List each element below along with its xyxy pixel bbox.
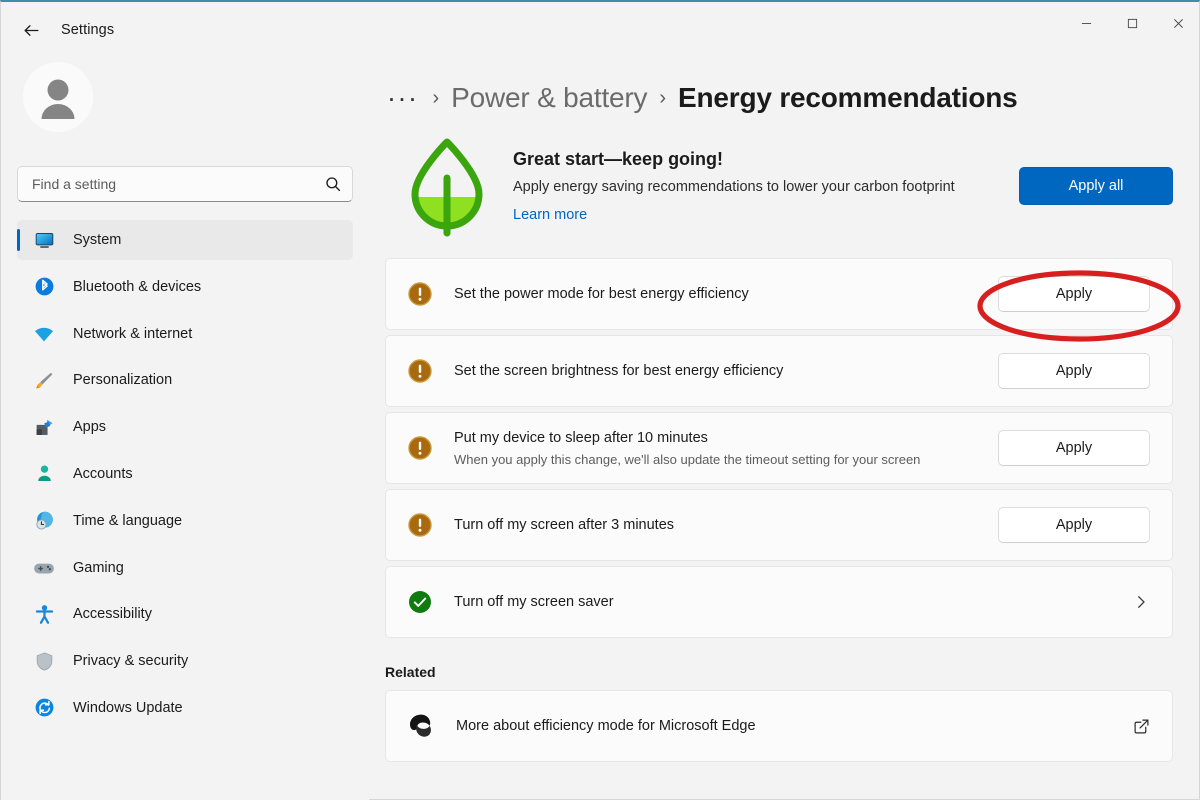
avatar-container[interactable] [17, 58, 353, 132]
success-check-icon [408, 590, 432, 614]
back-arrow-icon [22, 21, 41, 40]
gamepad-icon [33, 557, 55, 579]
page-title: Energy recommendations [678, 82, 1017, 114]
window-controls [1063, 2, 1200, 44]
sidebar-item-personalization[interactable]: Personalization [17, 360, 353, 400]
breadcrumb: ··· › Power & battery › Energy recommend… [385, 72, 1200, 124]
sidebar-item-label: Personalization [73, 372, 172, 388]
sidebar-item-accounts[interactable]: Accounts [17, 454, 353, 494]
accessibility-person-icon [33, 603, 55, 625]
chevron-right-icon [1132, 593, 1150, 611]
recommendation-title: Turn off my screen after 3 minutes [454, 515, 998, 535]
recommendation-text: Put my device to sleep after 10 minutes … [454, 428, 998, 469]
breadcrumb-parent-link[interactable]: Power & battery [451, 82, 647, 114]
sidebar-item-label: Time & language [73, 513, 182, 529]
apply-button[interactable]: Apply [998, 353, 1150, 389]
related-link-label: More about efficiency mode for Microsoft… [456, 718, 1133, 734]
recommendation-row: Set the screen brightness for best energ… [385, 335, 1173, 407]
recommendation-row: Put my device to sleep after 10 minutes … [385, 412, 1173, 484]
related-heading: Related [385, 664, 1200, 680]
shield-icon [33, 650, 55, 672]
main-content: ··· › Power & battery › Energy recommend… [369, 58, 1200, 800]
apply-button[interactable]: Apply [998, 507, 1150, 543]
sidebar-item-gaming[interactable]: Gaming [17, 548, 353, 588]
apply-button[interactable]: Apply [998, 276, 1150, 312]
sidebar: System Bluetooth & devices Network [1, 58, 369, 800]
warning-icon [408, 436, 432, 460]
sidebar-item-time-language[interactable]: Time & language [17, 501, 353, 541]
maximize-button[interactable] [1109, 2, 1155, 44]
learn-more-link[interactable]: Learn more [513, 207, 587, 223]
sidebar-item-label: Gaming [73, 560, 124, 576]
sidebar-item-label: Apps [73, 419, 106, 435]
sidebar-item-apps[interactable]: Apps [17, 407, 353, 447]
breadcrumb-separator: › [432, 87, 439, 110]
warning-icon [408, 359, 432, 383]
sidebar-nav: System Bluetooth & devices Network [17, 220, 353, 728]
minimize-button[interactable] [1063, 2, 1109, 44]
minimize-icon [1081, 18, 1092, 29]
update-refresh-icon [33, 697, 55, 719]
hero-banner: Great start—keep going! Apply energy sav… [385, 130, 1173, 242]
related-link-edge[interactable]: More about efficiency mode for Microsoft… [385, 690, 1173, 762]
recommendation-text: Turn off my screen saver [454, 592, 1132, 612]
bluetooth-icon [33, 276, 55, 298]
apply-button[interactable]: Apply [998, 430, 1150, 466]
green-leaf-icon [401, 134, 493, 238]
sidebar-item-accessibility[interactable]: Accessibility [17, 594, 353, 634]
recommendation-title: Put my device to sleep after 10 minutes [454, 428, 998, 448]
external-link-icon [1133, 718, 1150, 735]
window-title: Settings [61, 22, 114, 38]
sidebar-item-system[interactable]: System [17, 220, 353, 260]
avatar[interactable] [23, 62, 93, 132]
search-input[interactable] [32, 176, 324, 192]
sidebar-item-label: Windows Update [73, 700, 183, 716]
hero-text: Great start—keep going! Apply energy sav… [513, 149, 1019, 224]
hero-title: Great start—keep going! [513, 149, 999, 170]
recommendations-list: Set the power mode for best energy effic… [385, 258, 1173, 638]
recommendation-subtitle: When you apply this change, we'll also u… [454, 450, 998, 469]
recommendation-text: Turn off my screen after 3 minutes [454, 515, 998, 535]
warning-icon [408, 513, 432, 537]
search-icon [324, 175, 342, 193]
sidebar-item-label: Accounts [73, 466, 133, 482]
breadcrumb-overflow-button[interactable]: ··· [385, 88, 420, 108]
clock-globe-icon [33, 510, 55, 532]
close-button[interactable] [1155, 2, 1200, 44]
recommendation-row-completed[interactable]: Turn off my screen saver [385, 566, 1173, 638]
microsoft-edge-icon [408, 713, 434, 739]
accounts-person-icon [33, 463, 55, 485]
recommendation-text: Set the power mode for best energy effic… [454, 284, 998, 304]
user-avatar-icon [23, 62, 93, 132]
warning-icon [408, 282, 432, 306]
recommendation-title: Set the screen brightness for best energ… [454, 361, 998, 381]
sidebar-item-bluetooth-devices[interactable]: Bluetooth & devices [17, 267, 353, 307]
back-button[interactable] [13, 12, 49, 48]
settings-window: Settings [0, 0, 1200, 800]
recommendation-title: Turn off my screen saver [454, 592, 1132, 612]
sidebar-item-label: Network & internet [73, 326, 192, 342]
close-icon [1173, 18, 1184, 29]
sidebar-item-label: System [73, 232, 121, 248]
maximize-icon [1127, 18, 1138, 29]
recommendation-row: Set the power mode for best energy effic… [385, 258, 1173, 330]
title-bar: Settings [1, 2, 1200, 58]
sidebar-item-label: Privacy & security [73, 653, 188, 669]
sidebar-item-network-internet[interactable]: Network & internet [17, 314, 353, 354]
sidebar-item-windows-update[interactable]: Windows Update [17, 688, 353, 728]
apps-icon [33, 416, 55, 438]
recommendation-row: Turn off my screen after 3 minutes Apply [385, 489, 1173, 561]
hero-description: Apply energy saving recommendations to l… [513, 177, 963, 198]
sidebar-item-privacy-security[interactable]: Privacy & security [17, 641, 353, 681]
sidebar-item-label: Bluetooth & devices [73, 279, 201, 295]
system-monitor-icon [33, 229, 55, 251]
breadcrumb-separator: › [659, 87, 666, 110]
sidebar-item-label: Accessibility [73, 606, 152, 622]
recommendation-title: Set the power mode for best energy effic… [454, 284, 998, 304]
paintbrush-icon [33, 369, 55, 391]
wifi-icon [33, 323, 55, 345]
search-box[interactable] [17, 166, 353, 202]
recommendation-text: Set the screen brightness for best energ… [454, 361, 998, 381]
apply-all-button[interactable]: Apply all [1019, 167, 1173, 205]
